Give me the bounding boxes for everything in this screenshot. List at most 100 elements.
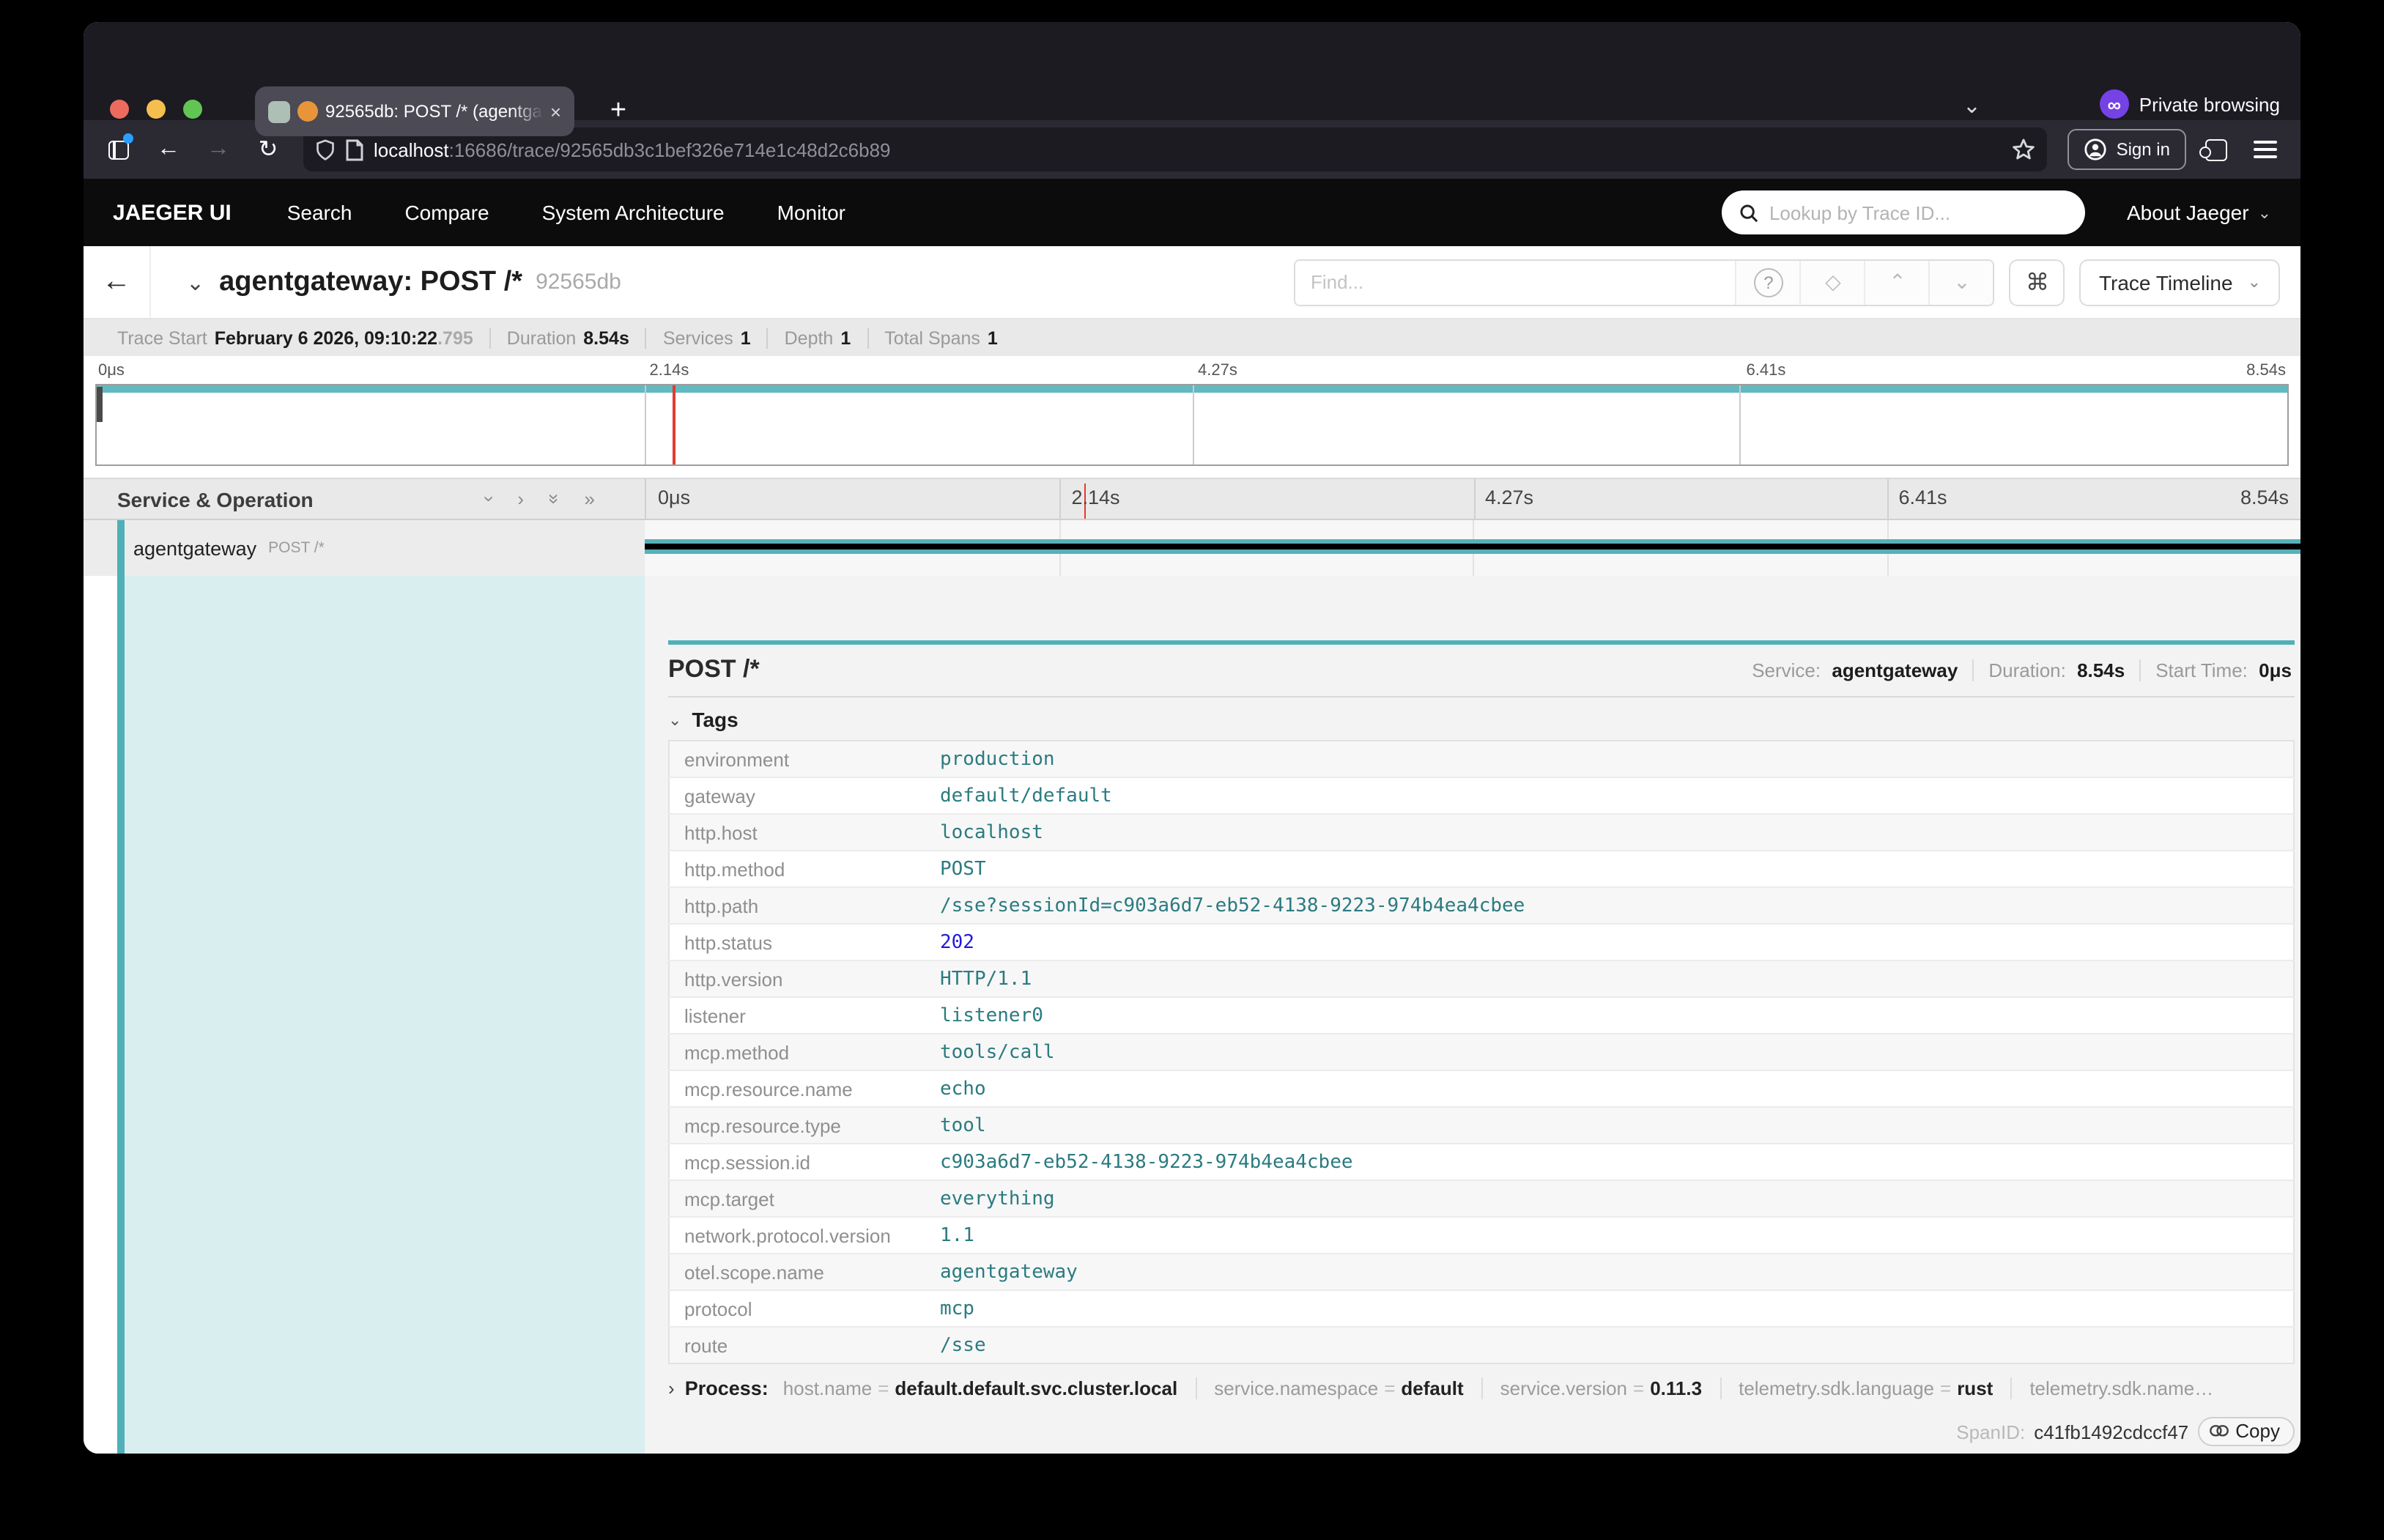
tag-row[interactable]: mcp.method tools/call: [669, 1034, 2294, 1070]
tag-row[interactable]: mcp.resource.type tool: [669, 1107, 2294, 1144]
span-name-cell[interactable]: agentgateway POST /*: [84, 520, 645, 576]
tag-row[interactable]: mcp.target everything: [669, 1180, 2294, 1217]
keyboard-shortcuts-button[interactable]: ⌘: [2010, 259, 2065, 306]
chevron-right-icon: ›: [668, 1377, 675, 1399]
tag-row[interactable]: otel.scope.name agentgateway: [669, 1254, 2294, 1290]
span-detail-left-gutter: [84, 576, 645, 1454]
ruler-gridline: [1887, 479, 1889, 519]
trace-lookup-input[interactable]: [1769, 201, 2068, 223]
span-service-name: agentgateway: [133, 537, 256, 559]
tag-row[interactable]: gateway default/default: [669, 777, 2294, 814]
jaeger-brand[interactable]: JAEGER UI: [113, 200, 232, 225]
jaeger-favicon-icon: [268, 100, 290, 122]
browser-tab[interactable]: 92565db: POST /* (agentgate ×: [255, 86, 574, 136]
tag-row[interactable]: http.host localhost: [669, 814, 2294, 851]
process-key: telemetry.sdk.name…: [2029, 1377, 2213, 1399]
tag-key: mcp.session.id: [669, 1144, 925, 1180]
timeline-ruler: 0μs2.14s4.27s6.41s8.54s: [645, 479, 2300, 519]
minimize-window-button[interactable]: [147, 100, 166, 119]
tag-row[interactable]: mcp.session.id c903a6d7-eb52-4138-9223-9…: [669, 1144, 2294, 1180]
copy-span-id-button[interactable]: Copy: [2197, 1417, 2295, 1446]
tag-row[interactable]: http.method POST: [669, 851, 2294, 887]
tag-key: http.method: [669, 851, 925, 887]
minimap-canvas[interactable]: [95, 384, 2289, 466]
page-permissions-icon[interactable]: [346, 138, 363, 160]
prev-result-button[interactable]: ⌃: [1865, 260, 1929, 304]
focus-span-button[interactable]: ◇: [1800, 260, 1865, 304]
extensions-button[interactable]: [2195, 129, 2236, 170]
span-meta-item: Service: agentgateway: [1752, 659, 1958, 681]
collapse-trace-chevron-icon[interactable]: ⌄: [186, 269, 204, 295]
summary-suffix: .795: [437, 327, 473, 348]
span-bar-core: [645, 544, 2300, 549]
fox-emoji-icon: [297, 101, 318, 122]
span-meta-label: Start Time:: [2155, 659, 2248, 681]
copy-label: Copy: [2235, 1420, 2280, 1442]
sidebar-toggle-button[interactable]: [98, 129, 139, 170]
process-accordion-header[interactable]: › Process: host.name =default.default.sv…: [668, 1377, 2295, 1399]
tags-label: Tags: [692, 708, 738, 731]
back-button[interactable]: ←: [148, 129, 189, 170]
tag-row[interactable]: environment production: [669, 741, 2294, 777]
span-duration-bar[interactable]: [645, 539, 2300, 554]
ruler-tick: 8.54s: [2240, 486, 2289, 508]
maximize-window-button[interactable]: [183, 100, 202, 119]
sign-in-button[interactable]: Sign in: [2068, 129, 2186, 170]
collapse-all-icon[interactable]: ›: [478, 496, 500, 503]
equals-sign: =: [1633, 1377, 1644, 1399]
new-tab-button[interactable]: +: [596, 86, 640, 136]
reload-button[interactable]: ↻: [248, 129, 289, 170]
nav-item-monitor[interactable]: Monitor: [777, 201, 845, 224]
minimap-drag-handle[interactable]: [97, 387, 102, 422]
find-help-button[interactable]: ?: [1736, 260, 1800, 304]
tag-key: protocol: [669, 1290, 925, 1327]
nav-links: Search Compare System Architecture Monitor: [287, 201, 845, 224]
tags-accordion-header[interactable]: ⌄ Tags: [668, 708, 2295, 731]
minimap-gridline: [1192, 385, 1193, 464]
summary-item: Trace Start February 6 2026, 09:10:22 .7…: [117, 327, 473, 348]
tag-row[interactable]: protocol mcp: [669, 1290, 2294, 1327]
forward-button: →: [198, 129, 239, 170]
summary-item: Depth 1: [767, 327, 851, 348]
tag-row[interactable]: http.status 202: [669, 924, 2294, 960]
tag-row[interactable]: mcp.resource.name echo: [669, 1070, 2294, 1107]
tag-key: network.protocol.version: [669, 1217, 925, 1254]
about-jaeger-menu[interactable]: About Jaeger ⌄: [2127, 201, 2271, 224]
help-icon: ?: [1754, 267, 1783, 297]
trace-view-select[interactable]: Trace Timeline ⌄: [2080, 259, 2280, 306]
chevron-down-icon: ⌄: [2258, 203, 2271, 222]
expand-collapse-controls: › › » »: [486, 488, 595, 510]
tag-row[interactable]: listener listener0: [669, 997, 2294, 1034]
tag-row[interactable]: network.protocol.version 1.1: [669, 1217, 2294, 1254]
next-result-button[interactable]: ⌄: [1929, 260, 1994, 304]
tab-close-icon[interactable]: ×: [550, 100, 561, 122]
tag-row[interactable]: http.path /sse?sessionId=c903a6d7-eb52-4…: [669, 887, 2294, 924]
expand-all-icon[interactable]: »: [543, 494, 565, 504]
nav-item-search[interactable]: Search: [287, 201, 352, 224]
url-text: localhost:16686/trace/92565db3c1bef326e7…: [374, 138, 2002, 160]
private-mask-icon: ∞: [2100, 89, 2129, 119]
process-value: default: [1401, 1377, 1463, 1399]
process-key: service.version: [1500, 1377, 1627, 1399]
span-timeline-cell[interactable]: [645, 520, 2300, 576]
tag-row[interactable]: route /sse: [669, 1327, 2294, 1363]
nav-item-system-architecture[interactable]: System Architecture: [542, 201, 725, 224]
find-input[interactable]: [1296, 260, 1736, 304]
service-operation-header: Service & Operation › › » »: [84, 479, 645, 519]
tag-row[interactable]: http.version HTTP/1.1: [669, 960, 2294, 997]
nav-item-compare[interactable]: Compare: [404, 201, 489, 224]
close-window-button[interactable]: [110, 100, 129, 119]
notification-dot: [123, 133, 133, 144]
collapse-one-icon[interactable]: »: [585, 488, 595, 510]
window-controls[interactable]: [110, 100, 202, 119]
summary-item: Total Spans 1: [867, 327, 998, 348]
expand-one-icon[interactable]: ›: [517, 488, 524, 510]
menu-button[interactable]: [2245, 129, 2286, 170]
summary-label: Total Spans: [884, 327, 980, 348]
back-to-search-button[interactable]: ←: [84, 246, 151, 318]
trace-lookup-box[interactable]: [1722, 190, 2086, 234]
span-row[interactable]: agentgateway POST /*: [84, 520, 2300, 576]
browser-window: 92565db: POST /* (agentgate × + ⌄ ∞ Priv…: [84, 22, 2300, 1454]
list-tabs-chevron-icon[interactable]: ⌄: [1963, 92, 1981, 119]
bookmark-star-icon[interactable]: [2013, 138, 2036, 161]
